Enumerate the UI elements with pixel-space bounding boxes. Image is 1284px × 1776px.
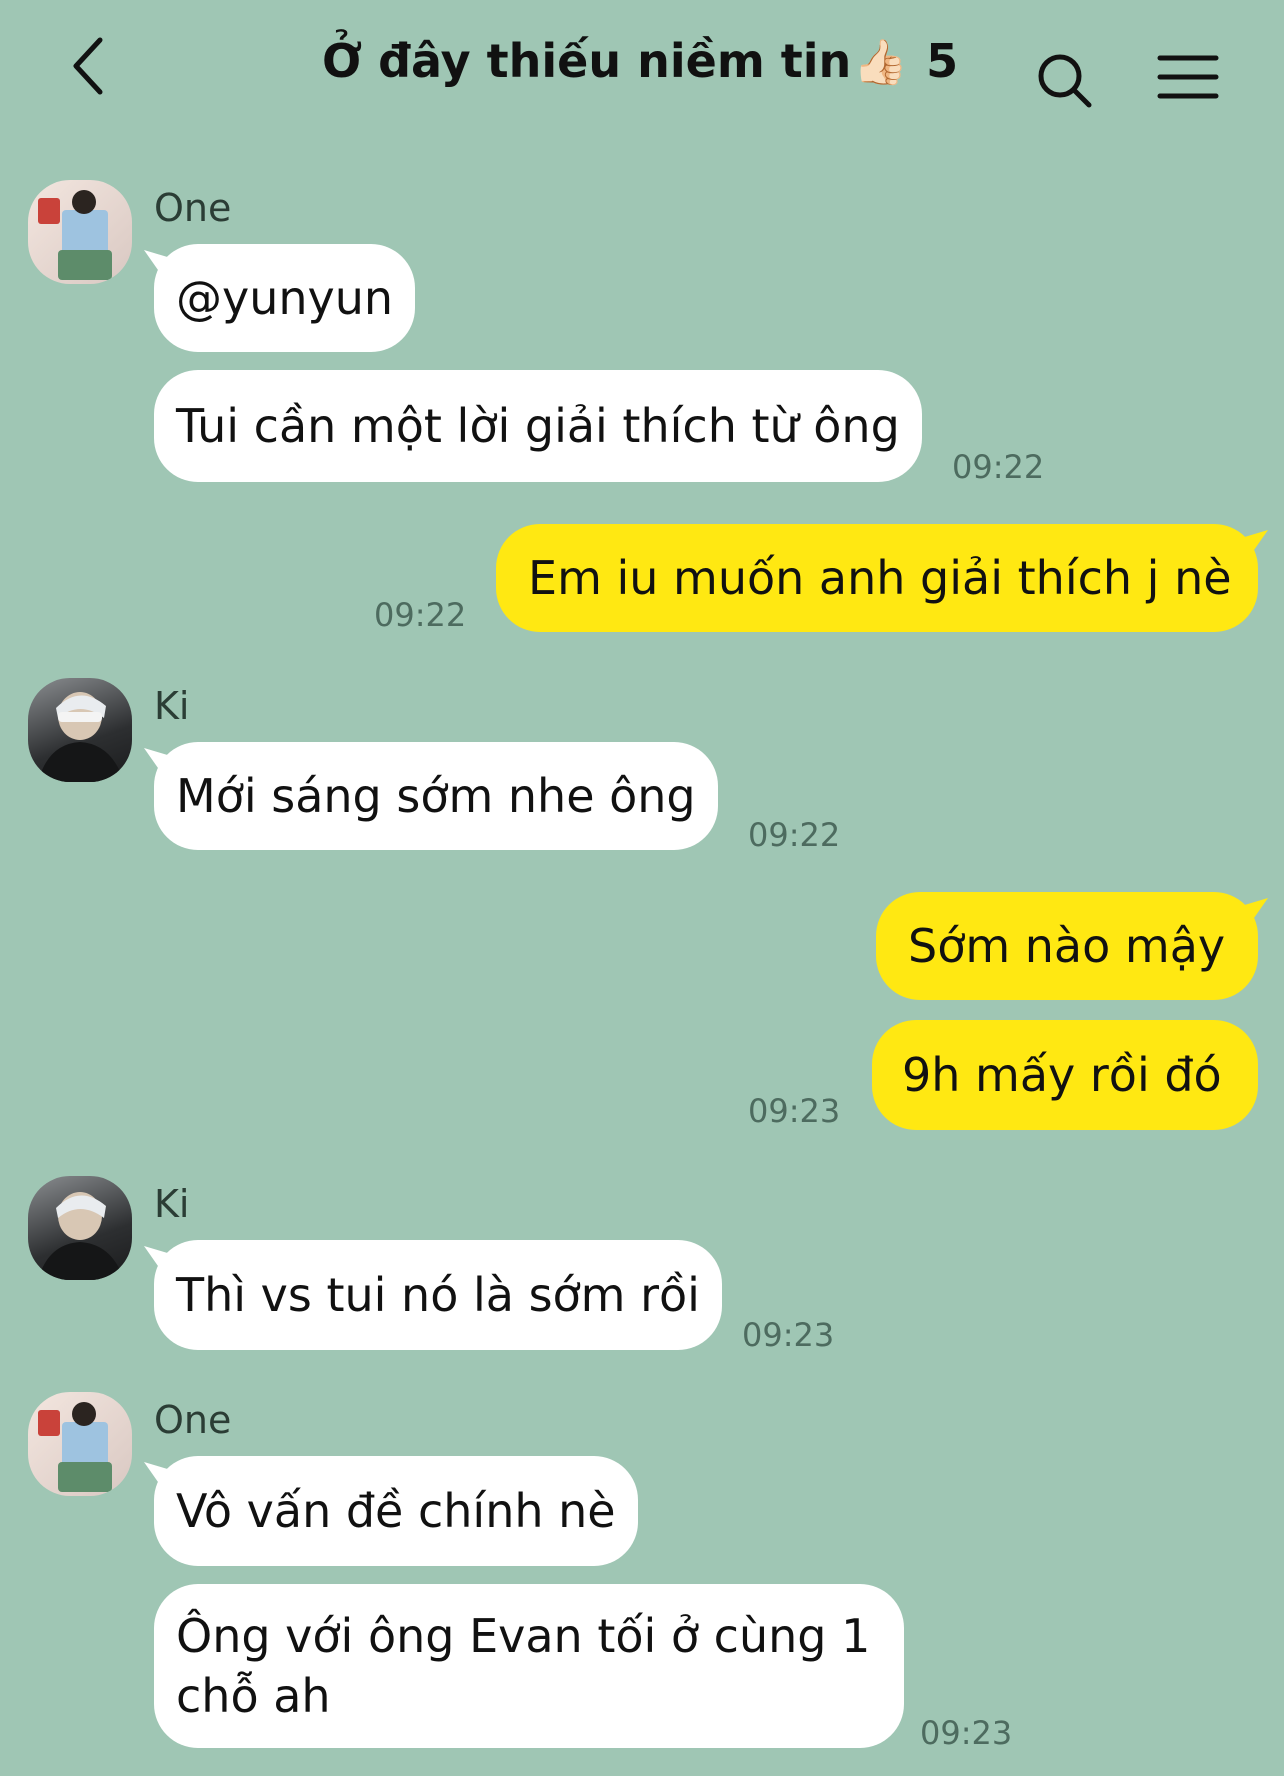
message-time: 09:23 [920,1714,1013,1752]
message-text: Mới sáng sớm nhe ông [176,769,696,823]
message-text: Sớm nào mậy [908,919,1226,973]
message-text: 9h mấy rồi đó [902,1048,1222,1102]
back-button[interactable] [58,26,118,106]
message-text: Thì vs tui nó là sớm rồi [176,1268,700,1322]
avatar-one[interactable] [28,1392,132,1496]
sender-name: Ki [154,684,190,728]
message-time: 09:23 [742,1316,835,1354]
message-time: 09:23 [748,1092,841,1130]
message-bubble[interactable]: Mới sáng sớm nhe ông [154,742,718,850]
message-time: 09:22 [748,816,841,854]
message-time: 09:22 [374,596,467,634]
thumbs-up-icon: 👍🏻 [853,37,909,88]
avatar-one[interactable] [28,180,132,284]
chat-title: Ở đây thiếu niềm tin👍🏻 5 [300,34,980,88]
sender-name: Ki [154,1182,190,1226]
member-count: 5 [926,34,959,88]
message-bubble[interactable]: Ông với ông Evan tối ở cùng 1 chỗ ah [154,1584,904,1748]
sender-name: One [154,1398,232,1442]
message-text: Ông với ông Evan tối ở cùng 1 chỗ ah [176,1609,871,1723]
message-text: @yunyun [176,271,394,325]
message-time: 09:22 [952,448,1045,486]
message-bubble[interactable]: Vô vấn đề chính nè [154,1456,638,1566]
message-bubble[interactable]: 9h mấy rồi đó [872,1020,1258,1130]
search-icon [1038,54,1092,108]
avatar-ki[interactable] [28,678,132,782]
message-text: Em iu muốn anh giải thích j nè [528,551,1232,605]
chat-header: Ở đây thiếu niềm tin👍🏻 5 [0,0,1284,140]
message-text: Vô vấn đề chính nè [176,1484,616,1538]
search-button[interactable] [1030,46,1100,116]
menu-icon [1157,55,1219,99]
menu-button[interactable] [1150,46,1226,108]
message-bubble[interactable]: Em iu muốn anh giải thích j nè [496,524,1258,632]
avatar-ki[interactable] [28,1176,132,1280]
message-bubble[interactable]: @yunyun [154,244,416,352]
message-bubble[interactable]: Thì vs tui nó là sớm rồi [154,1240,722,1350]
sender-name: One [154,186,232,230]
message-bubble[interactable]: Sớm nào mậy [876,892,1258,1000]
message-text: Tui cần một lời giải thích từ ông [176,399,900,453]
message-bubble[interactable]: Tui cần một lời giải thích từ ông [154,370,922,482]
chat-title-text: Ở đây thiếu niềm tin [321,34,852,88]
chevron-left-icon [73,37,103,95]
